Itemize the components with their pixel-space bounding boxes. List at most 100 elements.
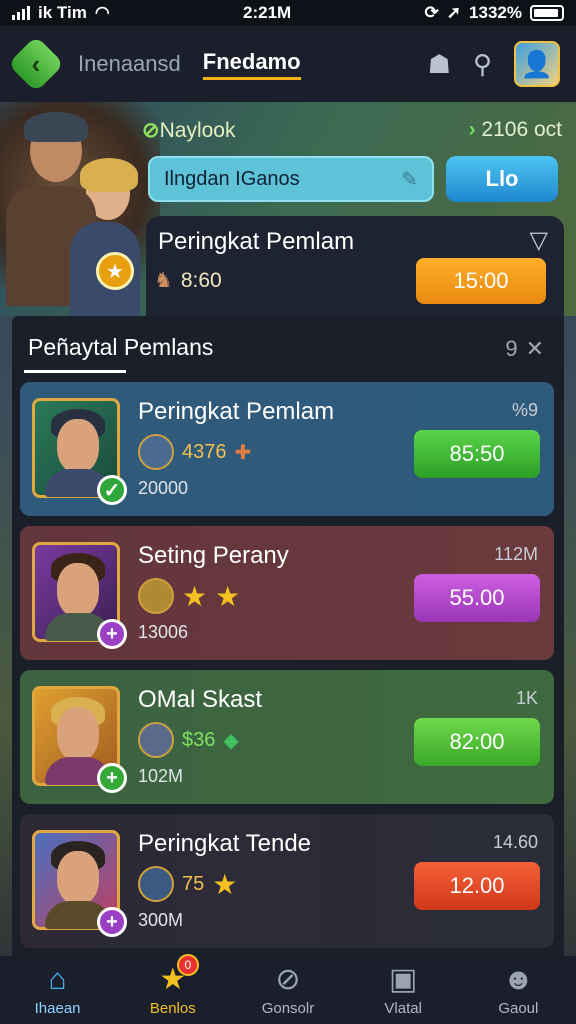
plus-icon: + (97, 763, 127, 793)
card-subtext: 102M (138, 766, 184, 786)
card-stat-value: 4376 (182, 440, 227, 463)
home-icon: ⌂ (48, 962, 67, 996)
carrier-label: ik Tim (38, 3, 87, 22)
panel-count: 9 (505, 336, 518, 361)
list-item[interactable]: + Seting Perany 112M ★ ★ 13006 55.00 (20, 526, 554, 660)
edit-icon[interactable]: ✎ (401, 167, 418, 192)
signal-icon (12, 6, 30, 20)
star-icon: ★ (215, 580, 241, 612)
battery-percent: 1332% (469, 3, 522, 22)
hero-right-text: 2106 oct (481, 118, 562, 141)
player-portrait: + (32, 830, 127, 937)
status-bar: ik Tim ◠ 2:21M ⟳ ➚ 1332% (0, 0, 576, 26)
back-button[interactable]: ‹ (7, 35, 65, 93)
friends-icon[interactable]: ☗ (428, 49, 451, 80)
player-portrait: + (32, 686, 127, 793)
location-icon: ➚ (446, 3, 462, 22)
card-subtext: 20000 (138, 478, 189, 498)
player-portrait: + (32, 542, 127, 649)
nav-item-board[interactable]: ▣ Vlatal (353, 962, 453, 1017)
hero-star-badge: ★ (96, 252, 134, 290)
close-icon[interactable]: ✕ (526, 336, 544, 362)
card-meta: %9 (511, 400, 538, 420)
card-meta: 1K (515, 688, 538, 708)
hero-card-title: Peringkat Pemlam (158, 228, 355, 255)
tab-inenaansd[interactable]: Inenaansd (78, 51, 181, 77)
mini-avatar (138, 434, 174, 470)
card-title: Seting Perany (138, 542, 289, 569)
card-subtext: 13006 (138, 622, 189, 642)
battery-icon (529, 5, 564, 21)
card-button[interactable]: 12.00 (414, 862, 540, 910)
app-header: ‹ Inenaansd Fnedamo ☗ ⚲ 👤 (0, 26, 576, 102)
gem-icon: ◆ (223, 729, 239, 752)
nav-label: Vlatal (384, 999, 422, 1017)
nav-label: Ihaean (34, 999, 81, 1017)
list-item[interactable]: + Peringkat Tende 14.60 75 ★ 300M 12.00 (20, 814, 554, 948)
card-subtext: 300M (138, 910, 184, 930)
card-title: OMal Skast (138, 686, 263, 713)
profile-avatar[interactable]: 👤 (514, 41, 560, 87)
panel-title-underline (24, 370, 126, 373)
leaf-icon: ✓ (97, 475, 127, 505)
hero-summary-card: Peringkat Pemlam ▽ ♞ 8:60 15:00 (146, 216, 564, 316)
nav-label: Gaoul (498, 999, 539, 1017)
card-meta: 14.60 (492, 832, 538, 852)
hero-action-button[interactable]: Llo (446, 156, 558, 202)
card-stats: 4376 ✚ (138, 434, 251, 470)
plus-icon: ✚ (234, 441, 252, 464)
tab-fnedamo[interactable]: Fnedamo (202, 49, 301, 80)
hero-right-label: › 2106 oct (469, 118, 562, 143)
card-stat-value: $36 (182, 728, 216, 751)
status-left: ik Tim ◠ (12, 3, 110, 23)
card-stat-value: 75 (182, 872, 205, 895)
token-icon: ♞ (154, 269, 173, 292)
sync-icon: ⟳ (424, 3, 439, 22)
hero-card-stat-value: 8:60 (180, 268, 222, 292)
nav-item-profile[interactable]: ☻ Gaoul (468, 962, 568, 1017)
hero-title-row: ⊘Naylook › 2106 oct (142, 118, 562, 143)
list-item[interactable]: ✓ Peringkat Pemlam %9 4376 ✚ 20000 85:50 (20, 382, 554, 516)
nav-item-home[interactable]: ⌂ Ihaean (8, 962, 108, 1017)
notification-badge: 0 (176, 953, 199, 976)
board-icon: ▣ (388, 962, 418, 996)
status-right: ⟳ ➚ 1332% (425, 3, 564, 23)
search-value: Ilngdan IGanos (164, 167, 300, 190)
card-stats: ★ ★ (138, 578, 240, 614)
list-item[interactable]: + OMal Skast 1K $36 ◆ 102M 82:00 (20, 670, 554, 804)
chevron-left-icon: ‹ (31, 48, 41, 79)
hero-card-stat: ♞ 8:60 (154, 268, 222, 293)
panel-title: Peñaytal Pemlans (28, 334, 214, 360)
star-icon: ★ (182, 580, 208, 612)
user-icon: ☻ (502, 962, 535, 996)
hero-check-icon: ⊘ (142, 119, 160, 142)
plus-icon: + (97, 619, 127, 649)
compass-icon: ⊘ (275, 962, 301, 996)
header-icons: ☗ ⚲ 👤 (428, 41, 560, 87)
chevron-down-icon[interactable]: ▽ (530, 226, 548, 255)
card-button[interactable]: 82:00 (414, 718, 540, 766)
clock: 2:21M (243, 3, 292, 22)
card-button[interactable]: 55.00 (414, 574, 540, 622)
card-button[interactable]: 85:50 (414, 430, 540, 478)
mini-avatar (138, 722, 174, 758)
hero-card-button[interactable]: 15:00 (416, 258, 546, 304)
card-title: Peringkat Pemlam (138, 398, 335, 425)
card-meta: 112M (494, 544, 538, 564)
hero-search-input[interactable]: Ilngdan IGanos ✎ (148, 156, 434, 202)
nav-item-bonus[interactable]: ★ 0 Benlos (123, 953, 223, 1017)
plus-icon: + (97, 907, 127, 937)
player-portrait: ✓ (32, 398, 127, 505)
hero-characters-illustration (0, 102, 160, 316)
mini-avatar (138, 866, 174, 902)
mini-avatar (138, 578, 174, 614)
hero-left-label: ⊘Naylook (142, 118, 235, 143)
nav-item-compass[interactable]: ⊘ Gonsolr (238, 962, 338, 1017)
star-icon: ★ (212, 868, 238, 900)
bottom-nav: ⌂ Ihaean ★ 0 Benlos ⊘ Gonsolr ▣ Vlatal ☻… (0, 953, 576, 1024)
panel-close-area: 9 ✕ (505, 336, 544, 362)
search-icon[interactable]: ⚲ (473, 49, 492, 80)
card-title: Peringkat Tende (138, 830, 312, 857)
card-stats: 75 ★ (138, 866, 237, 902)
nav-label: Gonsolr (261, 999, 315, 1017)
